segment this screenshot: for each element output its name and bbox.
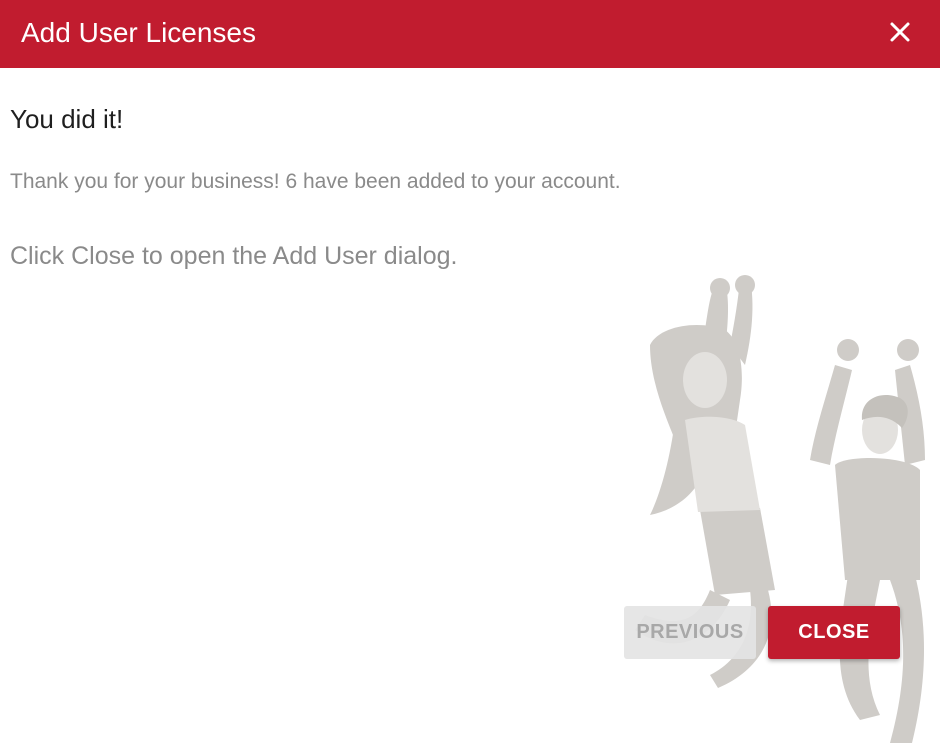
- previous-button[interactable]: PREVIOUS: [624, 606, 756, 659]
- instruction-text: Click Close to open the Add User dialog.: [10, 242, 458, 270]
- dialog-title: Add User Licenses: [21, 17, 257, 48]
- dialog-header: Add User Licenses: [0, 0, 940, 68]
- celebrating-people-illustration: [635, 275, 925, 743]
- close-button[interactable]: CLOSE: [768, 606, 900, 659]
- confirmation-message: Thank you for your business! 6 have been…: [10, 170, 621, 193]
- success-heading: You did it!: [10, 104, 124, 134]
- close-icon[interactable]: [884, 16, 916, 48]
